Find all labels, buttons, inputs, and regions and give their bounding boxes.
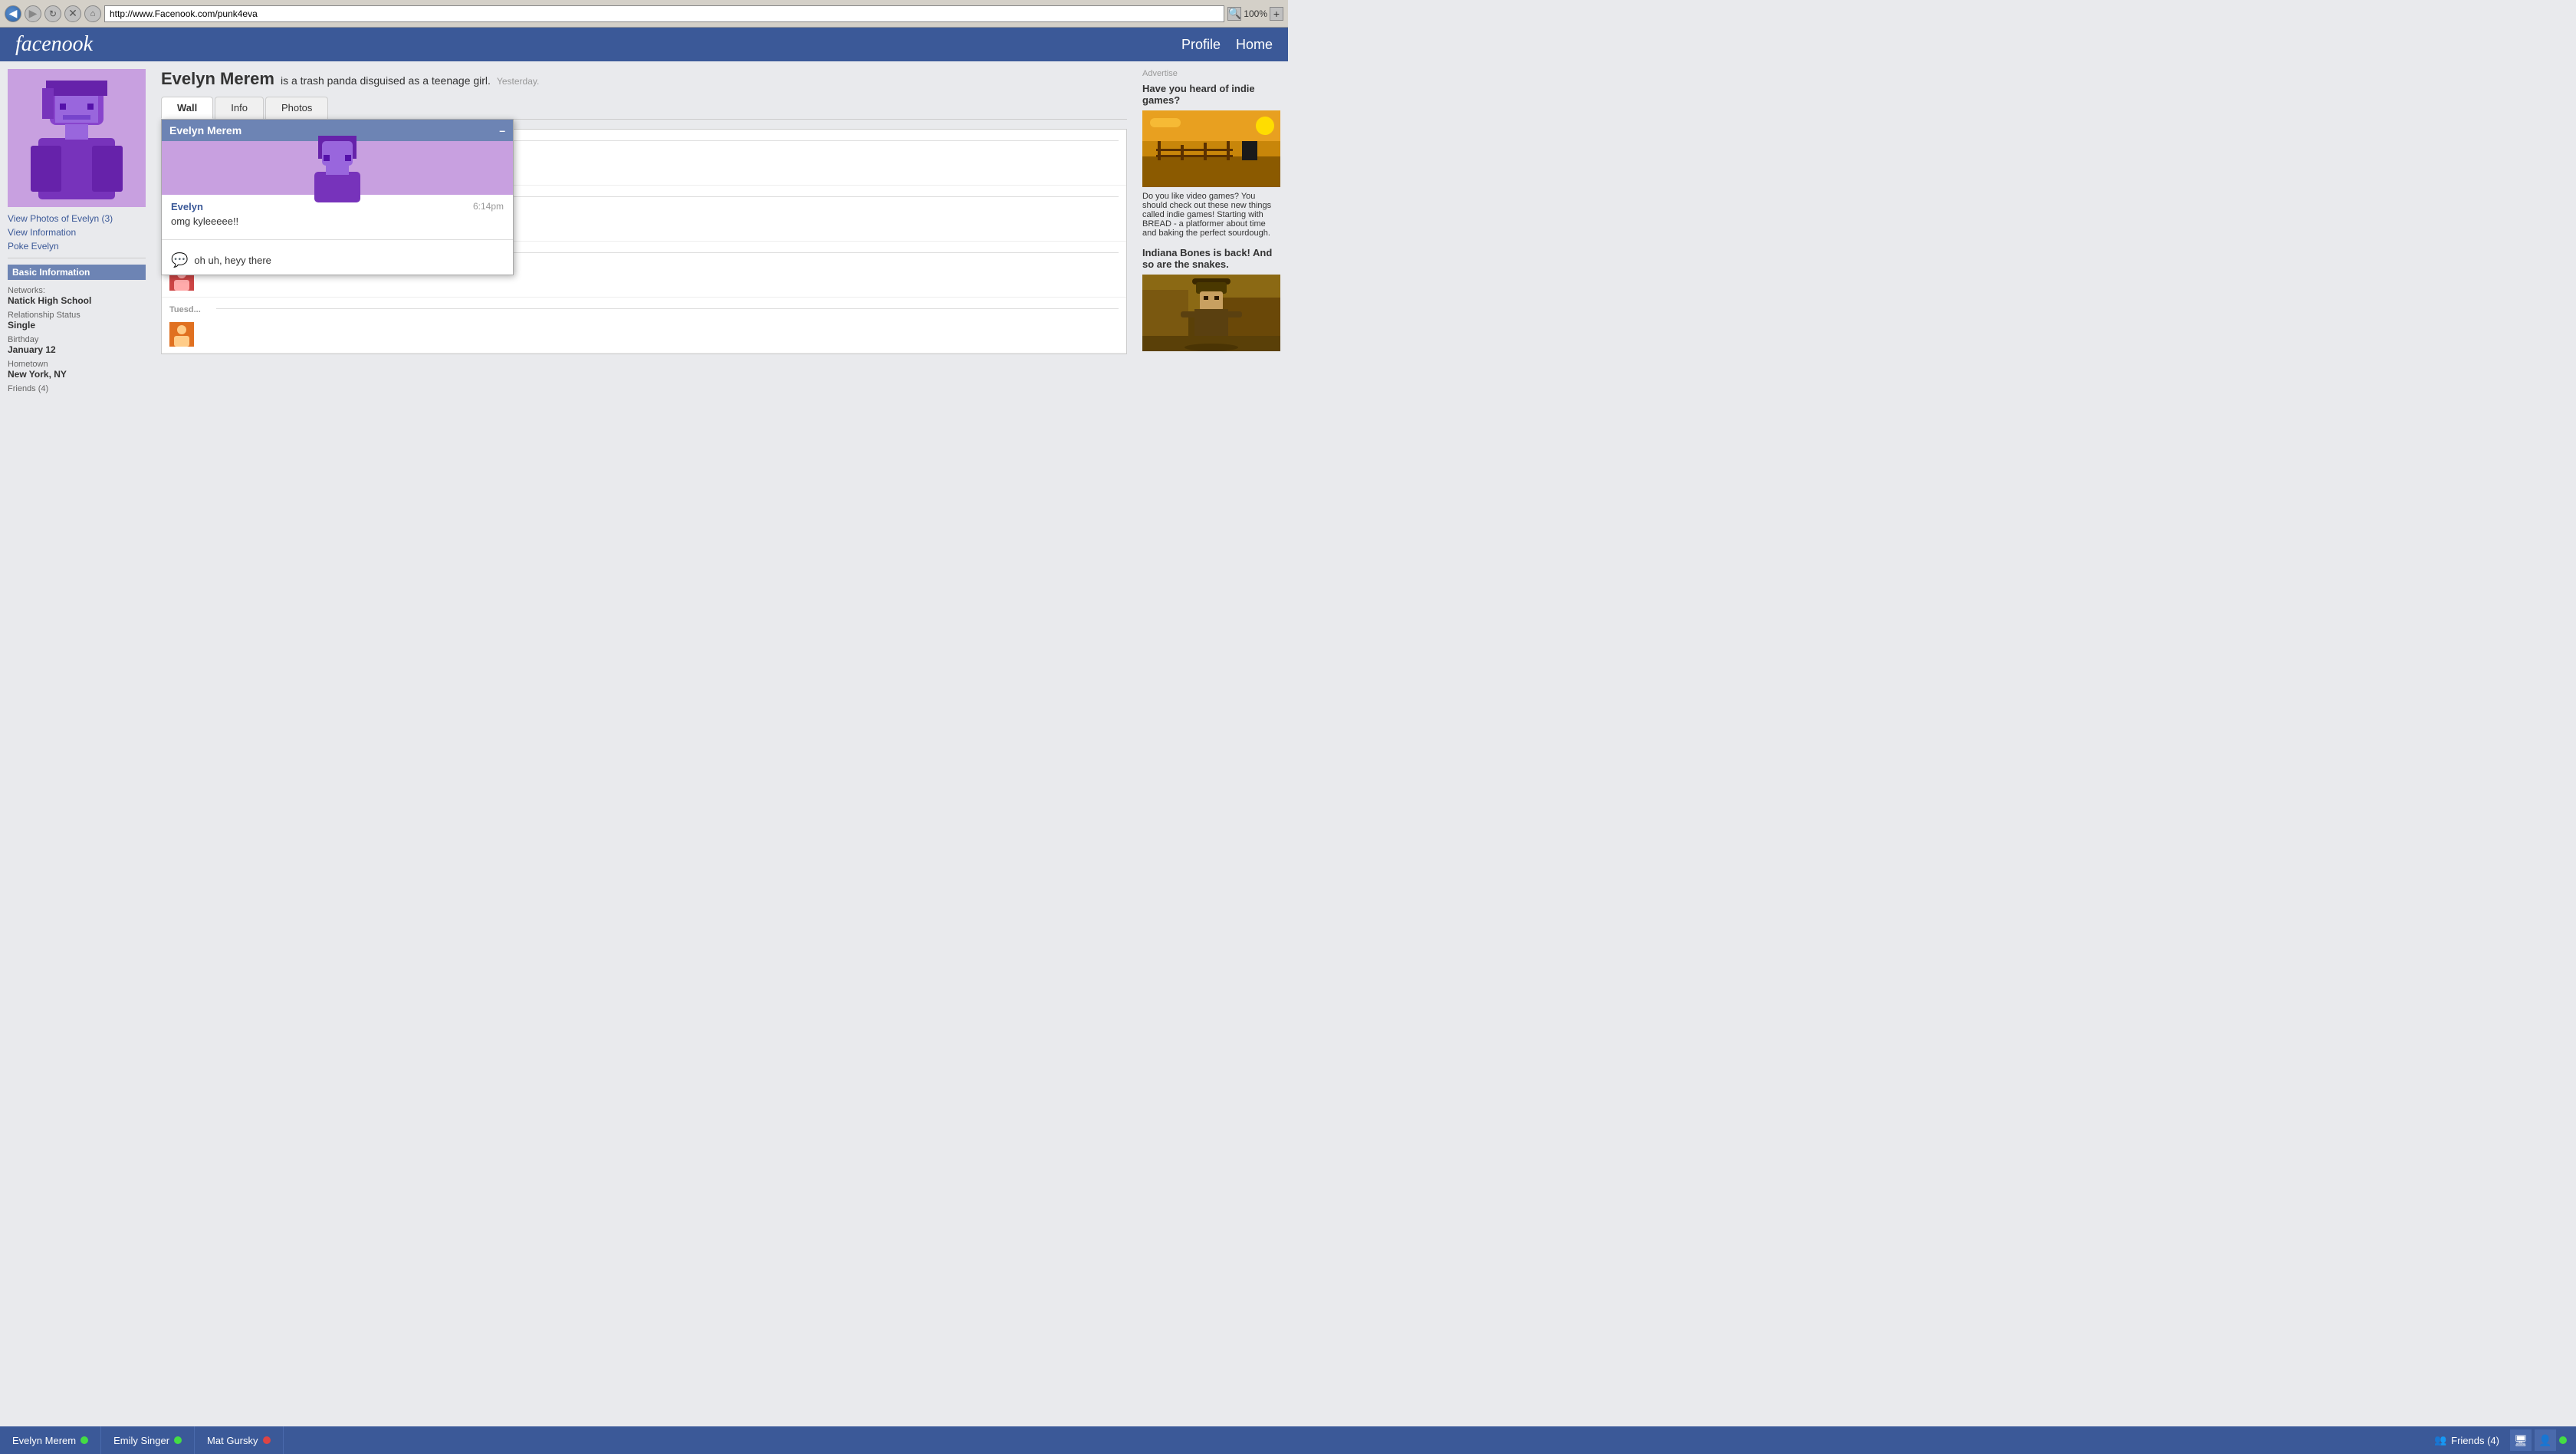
zoom-controls: 🔍 100% + — [1227, 7, 1283, 21]
zoom-level: 100% — [1244, 8, 1267, 19]
rel-status-value: Single — [8, 320, 146, 331]
logo: facenook — [15, 32, 1181, 57]
status-dot-evelyn — [80, 1436, 88, 1444]
chat-divider — [162, 239, 513, 240]
ad-sidebar: Advertise Have you heard of indie games? — [1135, 61, 1288, 727]
birthday-value: January 12 — [8, 344, 146, 355]
tab-photos[interactable]: Photos — [265, 97, 328, 119]
friends-count: Friends (4) — [2451, 1435, 2499, 1446]
home-button[interactable]: ⌂ — [84, 5, 101, 22]
post-avatar-icon-4 — [169, 322, 194, 347]
chat-reply-text: oh uh, heyy there — [194, 255, 271, 266]
birthday-label: Birthday — [8, 335, 146, 344]
chat-tab-mat[interactable]: Mat Gursky — [195, 1426, 283, 1454]
home-nav-link[interactable]: Home — [1236, 37, 1273, 53]
tabs: Wall Info Photos — [161, 97, 1127, 120]
profile-header: Evelyn Merem is a trash panda disguised … — [161, 69, 1127, 89]
top-nav: facenook Profile Home — [0, 28, 1288, 61]
chat-name-emily: Emily Singer — [113, 1435, 169, 1446]
tab-wall[interactable]: Wall — [161, 97, 213, 119]
chat-reply-icon: 💬 — [171, 252, 188, 268]
status-dot-self — [2559, 1436, 2567, 1444]
rel-status-label: Relationship Status — [8, 311, 146, 320]
friends-label-sidebar: Friends (4) — [8, 384, 146, 393]
back-button[interactable]: ◀ — [5, 5, 21, 22]
refresh-button[interactable]: ↻ — [44, 5, 61, 22]
ad2-image-svg — [1142, 275, 1280, 351]
bottom-bar: Evelyn Merem Emily Singer Mat Gursky 👥 F… — [0, 1426, 2576, 1454]
networks-label: Networks: — [8, 286, 146, 295]
tuesday-section: Tuesd... — [162, 298, 1126, 316]
chat-reply-area: 💬 oh uh, heyy there — [162, 246, 513, 275]
post-avatar-4 — [169, 322, 194, 347]
hometown-value: New York, NY — [8, 369, 146, 380]
status-dot-emily — [174, 1436, 182, 1444]
profile-picture — [8, 69, 146, 207]
friends-button[interactable]: 👥 Friends (4) — [2426, 1434, 2507, 1446]
status-dot-mat — [263, 1436, 271, 1444]
ad1-text: Do you like video games? You should chec… — [1142, 192, 1280, 238]
chat-title: Evelyn Merem — [169, 124, 242, 137]
ad1-image — [1142, 110, 1280, 187]
ad2-title: Indiana Bones is back! And so are the sn… — [1142, 247, 1280, 270]
zoom-out-button[interactable]: 🔍 — [1227, 7, 1241, 21]
profile-nav-link[interactable]: Profile — [1181, 37, 1221, 53]
ad1-title: Have you heard of indie games? — [1142, 83, 1280, 106]
tab-info[interactable]: Info — [215, 97, 264, 119]
chat-popup: Evelyn Merem – Evelyn 6:14pm omg kyleeee… — [161, 119, 514, 275]
chat-avatar-area — [162, 141, 513, 195]
chat-time: 6:14pm — [473, 201, 504, 212]
browser-chrome: ◀ ▶ ↻ ✕ ⌂ 🔍 100% + — [0, 0, 1288, 28]
hometown-label: Hometown — [8, 360, 146, 369]
left-sidebar: View Photos of Evelyn (3) View Informati… — [0, 61, 153, 727]
poke-link[interactable]: Poke Evelyn — [8, 241, 146, 252]
tuesday-label: Tuesd... — [169, 301, 209, 316]
chat-tab-emily[interactable]: Emily Singer — [101, 1426, 195, 1454]
profile-avatar-svg — [23, 77, 130, 199]
wall-post-4 — [162, 316, 1126, 354]
chat-sender: Evelyn — [171, 201, 203, 212]
bottom-right: 👥 Friends (4) 🖥 👤 — [2426, 1429, 2576, 1451]
chat-avatar-svg — [307, 133, 368, 202]
chat-name-evelyn: Evelyn Merem — [12, 1435, 76, 1446]
stop-button[interactable]: ✕ — [64, 5, 81, 22]
chat-settings-button[interactable]: 👤 — [2535, 1429, 2556, 1451]
view-information-link[interactable]: View Information — [8, 227, 146, 238]
chat-minimize-button[interactable]: – — [499, 124, 505, 137]
advertise-label: Advertise — [1142, 69, 1280, 78]
chat-name-mat: Mat Gursky — [207, 1435, 258, 1446]
address-bar[interactable] — [104, 5, 1224, 22]
profile-name: Evelyn Merem — [161, 69, 274, 89]
chat-sender-time: Evelyn 6:14pm — [171, 201, 504, 212]
nav-links: Profile Home — [1181, 37, 1273, 53]
forward-button[interactable]: ▶ — [25, 5, 41, 22]
ad1-image-svg — [1142, 110, 1280, 187]
friends-icon: 👥 — [2434, 1434, 2446, 1446]
profile-status: is a trash panda disguised as a teenage … — [281, 74, 491, 87]
chat-tab-evelyn[interactable]: Evelyn Merem — [0, 1426, 101, 1454]
profile-time: Yesterday. — [497, 76, 539, 87]
networks-value: Natick High School — [8, 295, 146, 306]
ad2-image — [1142, 275, 1280, 351]
basic-info-header: Basic Information — [8, 265, 146, 280]
view-photos-link[interactable]: View Photos of Evelyn (3) — [8, 213, 146, 224]
chat-message: omg kyleeeee!! — [171, 215, 504, 227]
zoom-in-button[interactable]: + — [1270, 7, 1283, 21]
screen-settings-button[interactable]: 🖥 — [2510, 1429, 2532, 1451]
